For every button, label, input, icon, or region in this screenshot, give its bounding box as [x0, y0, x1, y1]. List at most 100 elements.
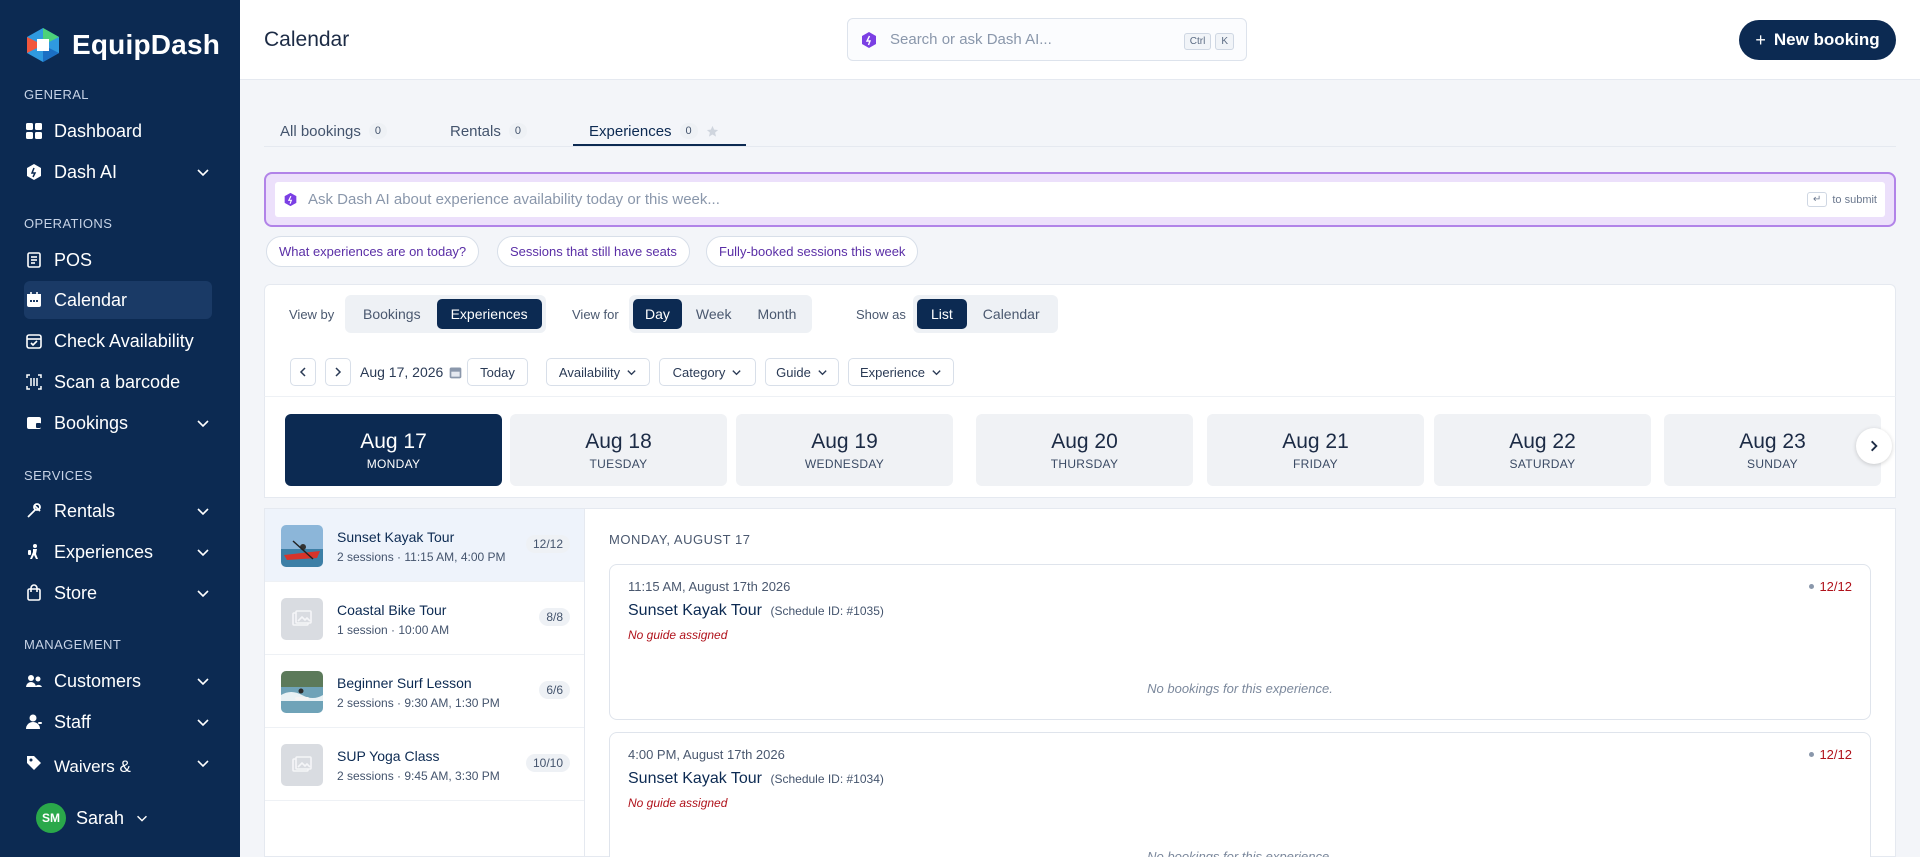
view-by-bookings-button[interactable]: Bookings [349, 299, 435, 329]
section-label-general: GENERAL [24, 87, 89, 102]
sidebar-item-label: Store [54, 582, 98, 603]
view-by-toggle: Bookings Experiences [345, 295, 546, 333]
session-card[interactable]: 4:00 PM, August 17th 2026 Sunset Kayak T… [609, 732, 1871, 857]
availability-dropdown[interactable]: Availability [546, 358, 650, 386]
dashboard-grid-icon [24, 121, 44, 141]
chevron-down-icon[interactable] [194, 414, 212, 432]
sidebar-item-calendar[interactable]: Calendar [24, 281, 212, 319]
session-title[interactable]: Sunset Kayak Tour (Schedule ID: #1034) [628, 770, 884, 788]
sidebar-item-customers[interactable]: Customers [24, 662, 212, 700]
chevron-down-icon[interactable] [194, 163, 212, 181]
tab-label: All bookings [280, 122, 361, 140]
section-label-management: MANAGEMENT [24, 637, 122, 652]
view-for-week-button[interactable]: Week [684, 299, 744, 329]
session-time: 4:00 PM, August 17th 2026 [628, 747, 785, 762]
guide-dropdown[interactable]: Guide [765, 358, 839, 386]
day-name: SUNDAY [1747, 456, 1798, 471]
new-booking-button[interactable]: + New booking [1739, 20, 1896, 60]
ai-suggestion-chip[interactable]: Sessions that still have seats [497, 236, 690, 267]
dropdown-label: Experience [859, 364, 926, 380]
sidebar-item-dashboard[interactable]: Dashboard [24, 112, 212, 150]
ask-dash-ai-input[interactable]: Ask Dash AI about experience availabilit… [275, 182, 1885, 217]
date-picker[interactable]: Aug 17, 2026 [360, 364, 463, 380]
sidebar-item-label: Bookings [54, 412, 129, 433]
avatar: SM [36, 803, 66, 833]
prev-date-button[interactable] [290, 358, 316, 386]
tab-rentals[interactable]: Rentals 0 [450, 116, 527, 146]
chevron-down-icon[interactable] [194, 672, 212, 690]
day-card[interactable]: Aug 19 WEDNESDAY [736, 414, 953, 486]
capacity-value: 12/12 [1819, 747, 1852, 762]
tab-all-bookings[interactable]: All bookings 0 [280, 116, 388, 146]
category-dropdown[interactable]: Category [659, 358, 756, 386]
sidebar-item-rentals[interactable]: Rentals [24, 492, 212, 530]
capacity-value: 12/12 [1819, 579, 1852, 594]
list-item[interactable]: Sunset Kayak Tour 2 sessions · 11:15 AM,… [265, 509, 584, 582]
user-menu[interactable]: SM Sarah [36, 803, 150, 833]
users-icon [24, 671, 44, 691]
today-button[interactable]: Today [467, 358, 528, 386]
global-search-input[interactable]: Search or ask Dash AI... Ctrl K [847, 18, 1247, 61]
day-card[interactable]: Aug 20 THURSDAY [976, 414, 1193, 486]
sidebar-item-label: Dashboard [54, 120, 143, 141]
day-card[interactable]: Aug 21 FRIDAY [1207, 414, 1424, 486]
day-strip-next-button[interactable] [1856, 428, 1892, 464]
ai-suggestion-chip[interactable]: Fully-booked sessions this week [706, 236, 919, 267]
list-item[interactable]: SUP Yoga Class 2 sessions · 9:45 AM, 3:3… [265, 728, 584, 801]
sidebar-item-bookings[interactable]: Bookings [24, 404, 212, 442]
sidebar-item-staff[interactable]: Staff [24, 703, 212, 741]
sidebar-item-experiences[interactable]: Experiences [24, 533, 212, 571]
show-as-list-button[interactable]: List [917, 299, 967, 329]
day-name: FRIDAY [1293, 456, 1338, 471]
view-for-day-button[interactable]: Day [633, 299, 682, 329]
empty-bookings-message: No bookings for this experience. [1147, 849, 1333, 857]
tab-experiences[interactable]: Experiences 0 [589, 116, 719, 146]
ask-dash-ai-bar[interactable]: Ask Dash AI about experience availabilit… [264, 172, 1896, 227]
plus-icon: + [1755, 29, 1766, 50]
session-title[interactable]: Sunset Kayak Tour (Schedule ID: #1035) [628, 602, 884, 620]
guide-status: No guide assigned [628, 796, 728, 810]
app-logo[interactable]: EquipDash [24, 26, 220, 64]
tab-label: Rentals [450, 122, 501, 140]
chevron-down-icon [137, 815, 147, 822]
ai-suggestion-chip[interactable]: What experiences are on today? [266, 236, 480, 267]
chevron-down-icon[interactable] [194, 754, 212, 772]
sidebar-item-dash-ai[interactable]: Dash AI [24, 153, 212, 191]
chevron-down-icon[interactable] [194, 713, 212, 731]
sidebar-item-store[interactable]: Store [24, 574, 212, 612]
view-by-experiences-button[interactable]: Experiences [436, 299, 542, 329]
sidebar-item-scan-barcode[interactable]: Scan a barcode [24, 363, 212, 401]
sidebar-item-check-availability[interactable]: Check Availability [24, 322, 212, 360]
day-card[interactable]: Aug 17 MONDAY [285, 414, 502, 486]
kayak-thumbnail [281, 525, 323, 567]
chevron-down-icon[interactable] [194, 543, 212, 561]
status-dot [1809, 584, 1815, 589]
list-item[interactable]: Coastal Bike Tour 1 session · 10:00 AM 8… [265, 582, 584, 655]
day-name: TUESDAY [589, 456, 648, 471]
sidebar-item-label: Rentals [54, 500, 116, 521]
session-card[interactable]: 11:15 AM, August 17th 2026 Sunset Kayak … [609, 564, 1871, 720]
submit-hint: ↵ to submit [1806, 192, 1877, 207]
list-item[interactable]: Beginner Surf Lesson 2 sessions · 9:30 A… [265, 655, 584, 728]
sidebar-item-waivers-forms[interactable]: Waivers & Forms [24, 744, 212, 788]
hiker-icon [24, 542, 44, 562]
show-as-calendar-button[interactable]: Calendar [969, 299, 1054, 329]
sidebar-item-label: Staff [54, 711, 91, 732]
next-date-button[interactable] [325, 358, 351, 386]
session-capacity: 12/12 [1809, 747, 1852, 762]
day-card[interactable]: Aug 22 SATURDAY [1434, 414, 1651, 486]
staff-user-icon [24, 712, 44, 732]
session-experience-name: Sunset Kayak Tour [628, 602, 763, 619]
dash-ai-hexagon-icon [284, 192, 297, 207]
sidebar-item-pos[interactable]: POS [24, 241, 212, 279]
tab-count: 0 [508, 123, 527, 139]
view-for-month-button[interactable]: Month [745, 299, 808, 329]
day-card[interactable]: Aug 18 TUESDAY [510, 414, 727, 486]
day-card[interactable]: Aug 23 SUNDAY [1664, 414, 1881, 486]
chevron-down-icon[interactable] [194, 502, 212, 520]
chevron-down-icon[interactable] [194, 584, 212, 602]
sidebar-item-label: Waivers & Forms [54, 757, 131, 788]
calendar-icon [449, 367, 462, 378]
experience-dropdown[interactable]: Experience [848, 358, 954, 386]
star-icon[interactable] [706, 125, 719, 138]
